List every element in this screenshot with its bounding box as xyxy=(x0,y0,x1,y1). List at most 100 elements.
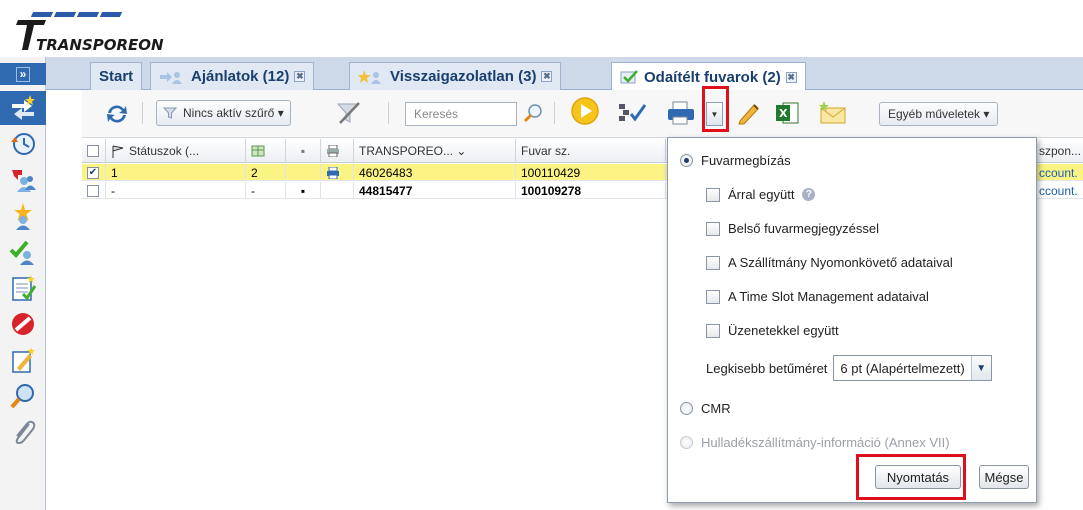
sidebar-item-edit[interactable] xyxy=(0,343,46,377)
option-label: CMR xyxy=(701,401,731,416)
tab-start[interactable]: Start xyxy=(90,62,143,90)
cancel-button[interactable]: Mégse xyxy=(979,465,1029,489)
svg-text:X: X xyxy=(779,107,788,120)
radio-cmr[interactable] xyxy=(680,402,693,415)
confirmed-users-check-icon xyxy=(9,240,34,265)
message-button[interactable] xyxy=(817,100,847,126)
row-account-link[interactable]: ccount. xyxy=(1034,164,1083,181)
checkbox-messages[interactable] xyxy=(706,323,720,338)
refresh-button[interactable] xyxy=(104,101,130,127)
checkbox-row-time-slot[interactable]: A Time Slot Management adataival xyxy=(706,289,929,304)
print-options-popup: Fuvarmegbízás Árral együtt ? Belső fuvar… xyxy=(667,137,1037,503)
sidebar-item-attachments[interactable] xyxy=(0,415,46,449)
sidebar-item-new-offers[interactable] xyxy=(0,199,46,233)
funnel-icon xyxy=(163,107,177,119)
sidebar-item-cancelled[interactable] xyxy=(0,307,46,341)
checkbox-with-price[interactable] xyxy=(706,187,720,202)
awarded-tab-icon xyxy=(620,70,638,84)
close-tab-icon[interactable]: ✖ xyxy=(541,71,553,82)
row-checkbox[interactable]: ✔ xyxy=(87,166,99,179)
row-transporeon-id[interactable]: 44815477 xyxy=(354,182,516,199)
sidebar-item-search[interactable] xyxy=(0,379,46,413)
checkbox-label: Belső fuvarmegjegyzéssel xyxy=(728,221,880,236)
checkbox-row-messages[interactable]: Üzenetekkel együtt xyxy=(706,323,839,338)
column-label: TRANSPOREO... ⌄ xyxy=(359,144,467,158)
checkbox-row-with-price[interactable]: Árral együtt ? xyxy=(706,187,816,202)
play-button[interactable] xyxy=(570,97,602,125)
tab-strip: Start Ajánlatok (12) ✖ Visszaigazolatlan… xyxy=(46,57,1083,91)
column-print[interactable] xyxy=(321,139,354,163)
brand-name: TRANSPOREON xyxy=(36,36,164,54)
sidebar-item-checklist[interactable] xyxy=(0,271,46,305)
tab-label: Visszaigazolatlan (3) xyxy=(390,68,537,85)
checkbox-label: A Time Slot Management adataival xyxy=(728,289,929,304)
column-statuses[interactable]: Státuszok (... xyxy=(106,139,246,163)
flag-icon xyxy=(112,145,124,158)
print-button[interactable] xyxy=(666,100,696,126)
column-marker[interactable]: ▪ xyxy=(286,139,321,163)
column-label: szpon... xyxy=(1039,144,1082,158)
row-transporeon-id[interactable]: 46026483 xyxy=(354,164,516,181)
font-size-value: 6 pt (Alapértelmezett) xyxy=(840,360,965,376)
more-actions-button[interactable]: Egyéb műveletek ▾ xyxy=(879,102,999,126)
sidebar-item-confirmed[interactable] xyxy=(0,235,46,269)
filter-dropdown[interactable]: Nincs aktív szűrő ▾ xyxy=(156,100,291,126)
column-transporeon-id[interactable]: TRANSPOREO... ⌄ xyxy=(354,139,516,163)
column-account[interactable]: szpon... xyxy=(1034,139,1083,163)
font-size-select[interactable]: 6 pt (Alapértelmezett) ▼ xyxy=(833,355,992,381)
sidebar-item-transfers[interactable] xyxy=(0,91,46,125)
sidebar-item-assign[interactable] xyxy=(0,163,46,197)
option-waste: Hulladékszállítmány-információ (Annex VI… xyxy=(680,435,950,450)
row-select[interactable]: ✔ xyxy=(82,164,106,181)
edit-button[interactable] xyxy=(736,100,762,126)
option-cmr[interactable]: CMR xyxy=(680,401,731,416)
checkbox-tracking[interactable] xyxy=(706,255,720,270)
radio-waste xyxy=(680,436,693,449)
radio-transport-order[interactable] xyxy=(680,154,693,167)
option-label: Hulladékszállítmány-információ (Annex VI… xyxy=(701,435,950,450)
select-all-checkbox[interactable] xyxy=(87,145,99,157)
tab-unconfirmed[interactable]: Visszaigazolatlan (3) ✖ xyxy=(349,62,562,90)
column-label: Fuvar sz. xyxy=(521,144,571,158)
paperclip-icon xyxy=(15,420,36,445)
help-icon[interactable]: ? xyxy=(802,188,816,201)
tab-offers[interactable]: Ajánlatok (12) ✖ xyxy=(150,62,315,90)
row-checkbox[interactable] xyxy=(87,184,99,197)
close-tab-icon[interactable]: ✖ xyxy=(785,71,797,83)
pencil-icon xyxy=(738,104,759,125)
excel-export-button[interactable]: X xyxy=(774,100,800,126)
envelope-star-icon xyxy=(819,101,846,124)
close-tab-icon[interactable]: ✖ xyxy=(294,71,306,82)
checkbox-label: Üzenetekkel együtt xyxy=(728,323,839,338)
checkbox-internal-note[interactable] xyxy=(706,221,720,236)
row-print-status xyxy=(321,164,354,181)
row-select[interactable] xyxy=(82,182,106,199)
option-label: Fuvarmegbízás xyxy=(701,153,791,168)
assign-check-icon xyxy=(619,104,647,122)
row-status: 1 xyxy=(106,164,246,181)
row-fuvar-sz: 100110429 xyxy=(516,164,666,181)
search-magnifier-icon xyxy=(10,384,34,409)
search-input[interactable]: Keresés xyxy=(405,102,517,126)
checkbox-row-internal-note[interactable]: Belső fuvarmegjegyzéssel xyxy=(706,221,879,236)
column-count[interactable] xyxy=(246,139,286,163)
tab-label: Ajánlatok (12) xyxy=(191,68,290,85)
search-button[interactable] xyxy=(522,100,544,126)
sidebar-item-history[interactable] xyxy=(0,127,46,161)
row-count: 2 xyxy=(246,164,286,181)
checkbox-row-tracking[interactable]: A Szállítmány Nyomonkövető adataival xyxy=(706,255,953,270)
expand-sidebar-button[interactable]: » xyxy=(0,63,46,85)
callout-highlight xyxy=(702,86,729,132)
tab-label: Start xyxy=(99,68,134,85)
edit-document-star-icon xyxy=(12,347,35,373)
select-all-column[interactable] xyxy=(82,139,106,163)
offers-tab-icon xyxy=(160,71,182,84)
option-transport-order[interactable]: Fuvarmegbízás xyxy=(680,153,791,168)
row-fuvar-sz: 100109278 xyxy=(516,182,666,199)
checkbox-time-slot[interactable] xyxy=(706,289,720,304)
refresh-icon xyxy=(107,105,127,123)
clear-filter-button[interactable] xyxy=(336,100,362,126)
row-account-link[interactable]: ccount. xyxy=(1034,182,1083,199)
column-fuvar-sz[interactable]: Fuvar sz. xyxy=(516,139,666,163)
assign-button[interactable] xyxy=(617,100,647,126)
